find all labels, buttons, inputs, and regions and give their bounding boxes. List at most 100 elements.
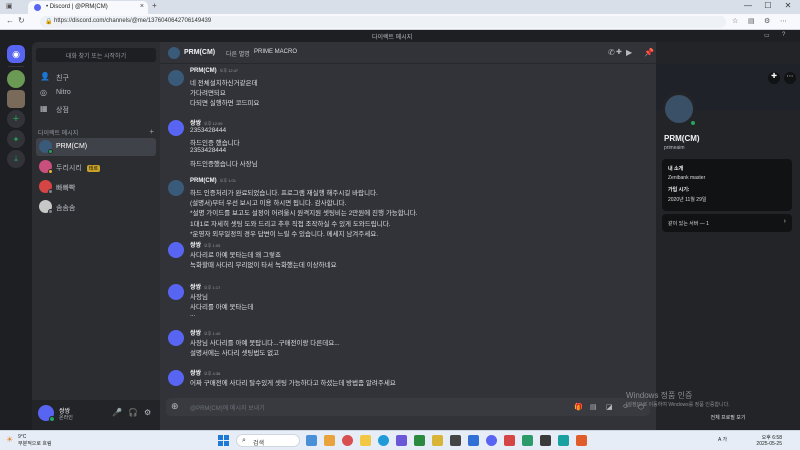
app-icon-7[interactable] <box>468 435 479 446</box>
language-indicator[interactable]: A 가 <box>718 436 727 443</box>
new-tab-button[interactable]: + <box>152 1 157 10</box>
discover-icon[interactable]: ✦ <box>7 130 25 148</box>
inbox-icon[interactable]: ▭ <box>764 32 770 39</box>
nav-item-shop[interactable]: ▦ 상점 <box>36 102 156 116</box>
create-dm-button[interactable]: + <box>149 127 154 136</box>
app-icon-4[interactable] <box>414 435 425 446</box>
sticker-icon[interactable]: ◪ <box>606 403 613 411</box>
close-tab-icon[interactable]: × <box>140 3 144 10</box>
message-composer[interactable]: ⊕ @PRM(CM)에 메시지 보내기 🎁 ▤ ◪ ☺ ⬡ <box>166 398 650 416</box>
settings-gear-icon[interactable]: ⚙ <box>144 408 151 417</box>
url-text: https://discord.com/channels/@me/1376040… <box>54 18 212 24</box>
message-text: 하드 인증처리가 완료되었습니다. 프로그램 재실행 해주시길 바랍니다. <box>190 190 378 197</box>
discord-home-icon[interactable]: ◉ <box>7 45 25 63</box>
refresh-icon[interactable]: ↻ <box>18 16 25 25</box>
close-window-button[interactable]: ✕ <box>780 1 796 10</box>
avatar[interactable] <box>168 180 184 196</box>
server-icon-2[interactable] <box>7 90 25 108</box>
app-icon-9[interactable] <box>522 435 533 446</box>
app-icon-11[interactable] <box>558 435 569 446</box>
taskbar-search[interactable]: ⌕ 검색 <box>236 434 300 447</box>
avatar[interactable] <box>168 70 184 86</box>
browser-tab-strip: ▣ • Discord | @PRM(CM) × + — ☐ ✕ <box>0 0 800 14</box>
star-icon[interactable]: ☆ <box>732 17 738 25</box>
message-timestamp: 오후 4:36 <box>204 371 221 376</box>
browser-profile-icon[interactable]: ▣ <box>6 2 13 10</box>
avatar[interactable] <box>168 242 184 258</box>
avatar[interactable] <box>168 284 184 300</box>
avatar[interactable] <box>168 120 184 136</box>
system-clock[interactable]: 오후 6:58 2025-05-25 <box>752 434 782 447</box>
mute-mic-icon[interactable]: 🎤 <box>112 408 122 417</box>
message-header: 쌍쌍 오후 12:59 <box>190 118 223 127</box>
add-friend-icon[interactable]: ✚ <box>616 48 622 56</box>
browser-tab-title: • Discord | @PRM(CM) <box>46 4 108 10</box>
weather-desc: 부분적으로 흐림 <box>18 441 52 447</box>
avatar[interactable] <box>168 330 184 346</box>
address-bar[interactable]: 🔒 https://discord.com/channels/@me/13760… <box>40 16 726 28</box>
more-options-icon[interactable]: ⋯ <box>784 72 796 84</box>
gif-icon[interactable]: ▤ <box>590 403 597 411</box>
download-icon[interactable]: ⤓ <box>7 150 25 168</box>
edge-browser-icon[interactable] <box>378 435 389 446</box>
clock-date: 2025-05-25 <box>756 441 782 447</box>
profile-username: primeaim <box>664 145 685 151</box>
message-text: 설명서에는 사다리 셋팅법도 없고 <box>190 350 280 358</box>
help-icon[interactable]: ? <box>782 32 785 38</box>
gift-icon[interactable]: 🎁 <box>574 403 583 411</box>
server-icon-1[interactable] <box>7 70 25 88</box>
mutual-servers-button[interactable]: 같이 있는 서버 — 1 › <box>662 214 792 232</box>
dm-item-3[interactable]: 빠빠빡 <box>36 178 156 196</box>
view-full-profile-link[interactable]: 전체 프로필 보기 <box>656 414 800 421</box>
status-indicator <box>689 119 697 127</box>
app-icon-12[interactable] <box>576 435 587 446</box>
clock-time: 오후 6:58 <box>761 435 782 441</box>
chevron-right-icon: › <box>783 218 786 225</box>
dm-item-2[interactable]: 두리시리 테르 <box>36 158 156 176</box>
shop-icon: ▦ <box>40 104 48 113</box>
browser-tab[interactable]: • Discord | @PRM(CM) × <box>28 1 148 14</box>
windows-start-icon[interactable] <box>218 435 229 446</box>
app-icon-1[interactable] <box>324 435 335 446</box>
maximize-button[interactable]: ☐ <box>760 1 776 10</box>
task-view-icon[interactable] <box>306 435 317 446</box>
dm-item-4[interactable]: 솜솜솜 <box>36 198 156 216</box>
collections-icon[interactable]: ▤ <box>748 17 755 25</box>
back-icon[interactable]: ← <box>6 16 14 25</box>
message-text: 어짜 구매전에 사다리 탈수있게 셋팅 가능하다고 하셨는데 방법좀 알려주세요 <box>190 380 396 387</box>
add-friend-icon[interactable]: ✚ <box>768 72 780 84</box>
message-header: PRM(CM) 오후 12:47 <box>190 68 238 74</box>
attach-plus-icon[interactable]: ⊕ <box>171 401 179 412</box>
discord-taskbar-icon[interactable] <box>486 435 497 446</box>
status-indicator <box>48 169 53 174</box>
profile-avatar[interactable] <box>662 92 697 127</box>
message-author[interactable]: PRM(CM) <box>190 178 217 184</box>
app-icon-3[interactable] <box>396 435 407 446</box>
extensions-icon[interactable]: ⚙ <box>764 17 770 25</box>
avatar[interactable] <box>168 370 184 386</box>
weather-widget[interactable]: ☀ 9°C 부분적으로 흐림 <box>6 434 52 447</box>
message-text: (설명서)부터 우선 보시고 이용 하시면 됩니다. 감사합니다. <box>190 200 347 208</box>
voice-call-icon[interactable]: ✆ <box>608 48 615 57</box>
add-server-icon[interactable]: + <box>7 110 25 128</box>
chat-header-nickname: 다른 별명 <box>226 52 250 58</box>
dm-name: 두리시리 <box>56 165 82 172</box>
message-text: 하드인증했습니다 사장님 <box>190 160 258 168</box>
message-text: 사다리를 아예 못타는데 <box>190 304 254 312</box>
headphones-icon[interactable]: 🎧 <box>128 408 138 417</box>
find-conversation-button[interactable]: 대화 찾기 또는 시작하기 <box>36 48 156 62</box>
dm-item-prm[interactable]: PRM(CM) <box>36 138 156 156</box>
app-icon-6[interactable] <box>450 435 461 446</box>
app-icon-8[interactable] <box>504 435 515 446</box>
search-icon: ⌕ <box>242 437 246 444</box>
app-icon-10[interactable] <box>540 435 551 446</box>
message-author[interactable]: PRM(CM) <box>190 68 217 74</box>
minimize-button[interactable]: — <box>740 1 756 10</box>
app-icon-5[interactable] <box>432 435 443 446</box>
nav-item-nitro[interactable]: ◎ Nitro <box>36 86 156 100</box>
file-explorer-icon[interactable] <box>360 435 371 446</box>
chat-pane: PRM(CM) 다른 별명 PRIME MACRO ✆ ▶ 📌 PRM(CM) 오… <box>160 42 656 430</box>
nav-item-friends[interactable]: 👤 친구 <box>36 70 156 84</box>
more-icon[interactable]: ⋯ <box>780 17 787 25</box>
app-icon-2[interactable] <box>342 435 353 446</box>
